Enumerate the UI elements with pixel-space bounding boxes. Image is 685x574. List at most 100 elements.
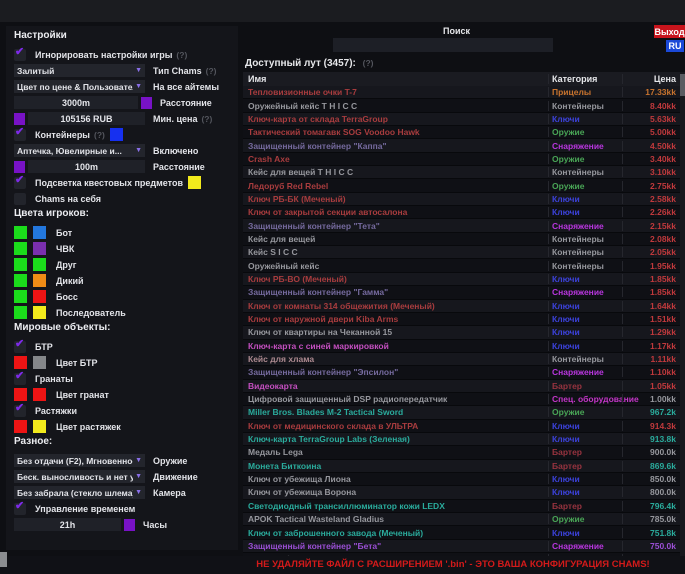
min-price-color-swatch[interactable] <box>14 113 25 125</box>
table-row[interactable]: Ледоруб Red RebelОружие2.75kk <box>243 179 680 192</box>
table-row[interactable]: Оружейный кейс T H I C CКонтейнеры8.40kk <box>243 99 680 112</box>
color-swatch[interactable] <box>33 420 46 433</box>
table-row[interactable]: Ключ от квартиры на Чеканной 15Ключи1.29… <box>243 326 680 339</box>
settings-panel: Настройки ✔ Игнорировать настройки игры … <box>6 26 238 550</box>
color-swatch[interactable] <box>33 306 46 319</box>
item-category: Снаряжение <box>548 141 622 151</box>
table-row[interactable]: Crash AxeОружие3.40kk <box>243 153 680 166</box>
time-control-checkbox[interactable]: ✔ <box>14 503 26 515</box>
table-row[interactable]: Защищенный контейнер "Каппа"Снаряжение4.… <box>243 139 680 152</box>
loot-table-header: Имя Категория Цена <box>243 72 680 86</box>
hours-color-swatch[interactable] <box>124 519 135 531</box>
color-swatch[interactable] <box>33 290 46 303</box>
distance2-color-swatch[interactable] <box>14 161 25 173</box>
color-swatch[interactable] <box>33 388 46 401</box>
table-row[interactable]: Защищенный контейнер "Бета"Снаряжение750… <box>243 540 680 553</box>
table-row[interactable]: Ключ РБ-ВО (Меченый)Ключи1.85kk <box>243 273 680 286</box>
table-row[interactable]: Защищенный контейнер "Гамма"Снаряжение1.… <box>243 286 680 299</box>
table-row[interactable]: Тактический томагавк SOG Voodoo HawkОруж… <box>243 126 680 139</box>
btr-color-row: Цвет БТР <box>14 356 238 369</box>
item-name: Ледоруб Red Rebel <box>243 181 548 191</box>
color-swatch[interactable] <box>33 226 46 239</box>
btr-checkbox[interactable]: ✔ <box>14 341 26 353</box>
color-swatch[interactable] <box>14 290 27 303</box>
column-header-category[interactable]: Категория <box>548 74 622 84</box>
containers-checkbox[interactable]: ✔ <box>14 129 26 141</box>
table-row[interactable]: Кейс S I C CКонтейнеры2.05kk <box>243 246 680 259</box>
table-row[interactable]: Защищенный контейнер "Тета"Снаряжение2.1… <box>243 219 680 232</box>
movement-dropdown[interactable]: Беск. выносливость и нет уста ▼ <box>14 470 145 483</box>
distance2-label: Расстояние <box>153 162 205 172</box>
table-row[interactable]: Кейс для вещей T H I C CКонтейнеры3.10kk <box>243 166 680 179</box>
table-row[interactable]: Тепловизионные очки T-7Прицелы17.33kk <box>243 86 680 99</box>
chams-self-checkbox[interactable] <box>14 193 26 205</box>
table-row[interactable]: Защищенный контейнер "Эпсилон"Снаряжение… <box>243 366 680 379</box>
color-swatch[interactable] <box>33 258 46 271</box>
table-row[interactable]: Ключ от закрытой секции автосалонаКлючи2… <box>243 206 680 219</box>
table-row[interactable]: Оружейный кейсКонтейнеры1.95kk <box>243 259 680 272</box>
side-handle[interactable] <box>0 552 7 567</box>
scrollbar[interactable] <box>680 72 685 556</box>
table-row[interactable]: Светодиодный трансиллюминатор кожи LEDXБ… <box>243 500 680 513</box>
table-row[interactable]: Ключ от убежища ВоронаКлючи800.0k <box>243 486 680 499</box>
weapon-dropdown[interactable]: Без отдачи (F2), Мгновенное п ▼ <box>14 454 145 467</box>
column-header-name[interactable]: Имя <box>243 74 548 84</box>
table-row[interactable]: Цифровой защищенный DSP радиопередатчикС… <box>243 393 680 406</box>
table-row[interactable]: Ключ-карта от склада TerraGroupКлючи5.63… <box>243 113 680 126</box>
color-swatch[interactable] <box>33 356 46 369</box>
table-row[interactable]: Ключ от убежища ЛионаКлючи850.0k <box>243 473 680 486</box>
camera-dropdown[interactable]: Без забрала (стекло шлема) ▼ <box>14 486 145 499</box>
table-row[interactable]: Кейс для хламаКонтейнеры1.11kk <box>243 353 680 366</box>
color-swatch[interactable] <box>14 242 27 255</box>
item-price: 1.51kk <box>622 314 680 324</box>
color-swatch[interactable] <box>14 274 27 287</box>
distance-color-swatch[interactable] <box>141 97 152 109</box>
color-swatch[interactable] <box>14 356 27 369</box>
tripwires-checkbox[interactable]: ✔ <box>14 405 26 417</box>
table-row[interactable]: Ключ от заброшенного завода (Меченый)Клю… <box>243 526 680 539</box>
table-row[interactable]: Ключ от наружной двери Kiba ArmsКлючи1.5… <box>243 313 680 326</box>
color-swatch[interactable] <box>33 242 46 255</box>
color-swatch[interactable] <box>14 226 27 239</box>
included-dropdown[interactable]: Аптечка, Ювелирные и... ▼ <box>14 144 145 157</box>
quest-items-checkbox[interactable]: ✔ <box>14 177 26 189</box>
item-name: Медаль Lega <box>243 447 548 457</box>
table-row[interactable]: Ключ-карта с синей маркировкойКлючи1.17k… <box>243 340 680 353</box>
world-objects-title: Мировые объекты: <box>14 322 238 336</box>
help-icon: (?) <box>363 58 374 68</box>
distance2-input[interactable]: 100m <box>28 160 145 173</box>
player-type-label: Последователь <box>56 308 126 318</box>
color-swatch[interactable] <box>14 420 27 433</box>
quest-color-swatch[interactable] <box>188 176 201 189</box>
table-row[interactable]: Ключ-карта TerraGroup Labs (Зеленая)Ключ… <box>243 433 680 446</box>
distance-row: 3000m Расстояние <box>14 96 238 109</box>
containers-color-swatch[interactable] <box>110 128 123 141</box>
table-row[interactable]: Монета БиткоинаБартер869.6k <box>243 460 680 473</box>
chams-type-dropdown[interactable]: Залитый ▼ <box>14 64 145 77</box>
color-swatch[interactable] <box>14 388 27 401</box>
dropdown-value: Без отдачи (F2), Мгновенное п <box>17 456 133 466</box>
table-row[interactable]: Медаль LegaБартер900.0k <box>243 446 680 459</box>
item-name: Ключ РБ-БК (Меченый) <box>243 194 548 204</box>
column-header-price[interactable]: Цена <box>622 74 680 84</box>
item-name: Ключ от комнаты 314 общежития (Меченый) <box>243 301 548 311</box>
grenades-checkbox[interactable]: ✔ <box>14 373 26 385</box>
scrollbar-thumb[interactable] <box>680 74 685 96</box>
table-row[interactable]: Ключ от медицинского склада в УЛЬТРАКлюч… <box>243 420 680 433</box>
table-row[interactable]: Ключ от комнаты 314 общежития (Меченый)К… <box>243 300 680 313</box>
min-price-input[interactable]: 105156 RUB <box>28 112 145 125</box>
table-row[interactable]: ВидеокартаБартер1.05kk <box>243 380 680 393</box>
ignore-game-settings-checkbox[interactable]: ✔ <box>14 49 26 61</box>
table-row[interactable]: Miller Bros. Blades M-2 Tactical SwordОр… <box>243 406 680 419</box>
color-swatch[interactable] <box>33 274 46 287</box>
item-price: 900.0k <box>622 447 680 457</box>
distance-input[interactable]: 3000m <box>14 96 138 109</box>
hours-input[interactable]: 21h <box>14 518 121 531</box>
table-row[interactable]: APOK Tactical Wasteland GladiusОружие785… <box>243 513 680 526</box>
color-swatch[interactable] <box>14 306 27 319</box>
item-name: Цифровой защищенный DSP радиопередатчик <box>243 394 548 404</box>
all-items-dropdown[interactable]: Цвет по цене & Пользователь ▼ <box>14 80 145 93</box>
table-row[interactable]: Ключ РБ-БК (Меченый)Ключи2.58kk <box>243 193 680 206</box>
color-swatch[interactable] <box>14 258 27 271</box>
table-row[interactable]: Кейс для вещейКонтейнеры2.08kk <box>243 233 680 246</box>
